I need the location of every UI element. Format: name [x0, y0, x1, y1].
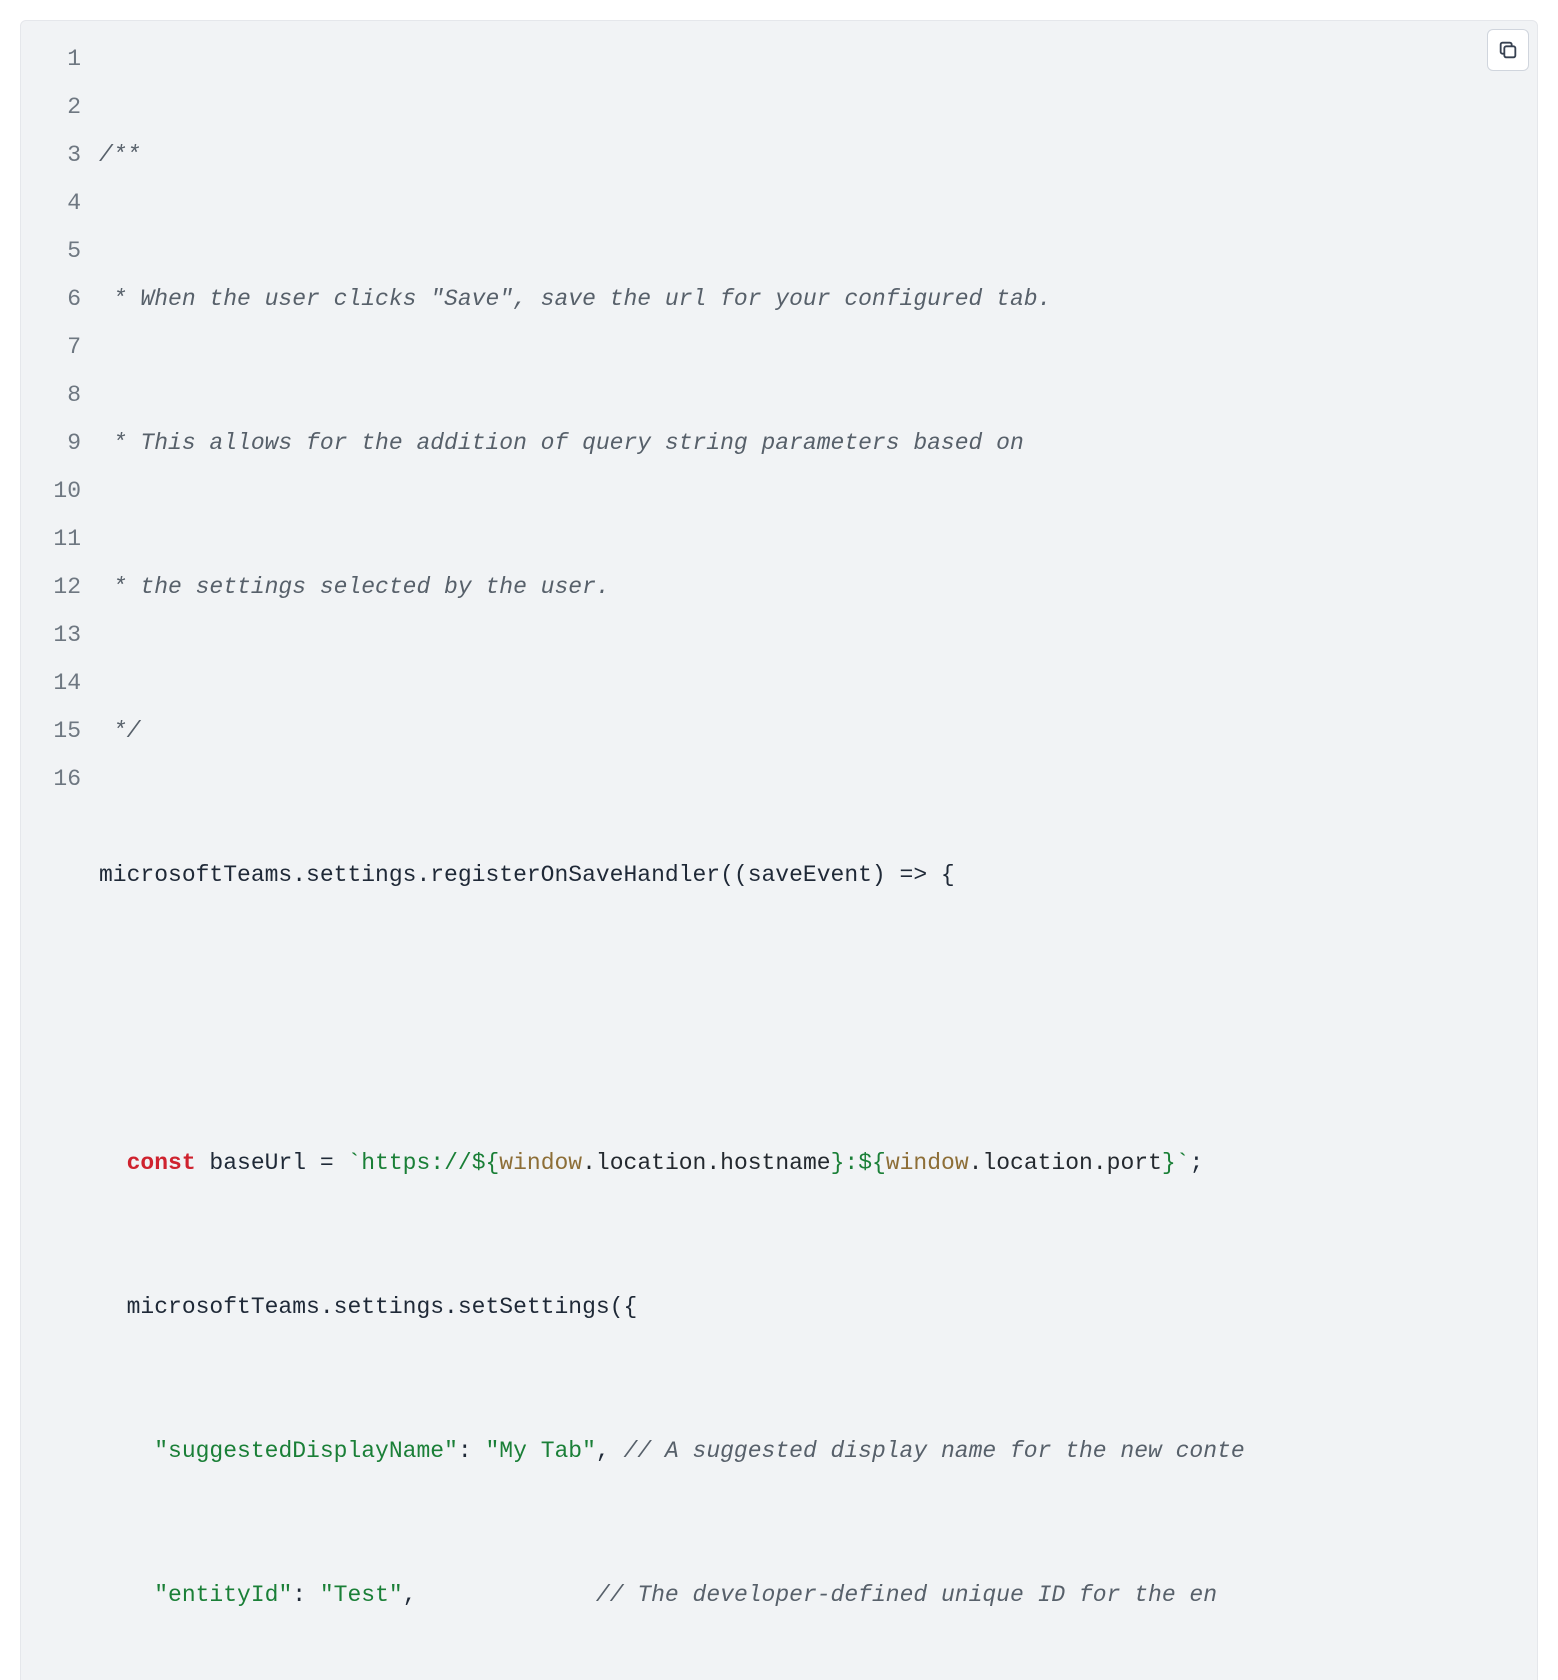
- code-text: [99, 1150, 127, 1176]
- code-text: [99, 1582, 154, 1608]
- code-text: :: [292, 1582, 320, 1608]
- line-number: 1: [21, 35, 81, 83]
- string-text: :: [844, 1150, 858, 1176]
- code-text: microsoftTeams.settings.setSettings({: [99, 1294, 637, 1320]
- property-key: "suggestedDisplayName": [154, 1438, 458, 1464]
- comment-text: */: [99, 718, 140, 744]
- interp-open: ${: [858, 1150, 886, 1176]
- copy-icon: [1497, 39, 1519, 61]
- line-number: 12: [21, 563, 81, 611]
- code-line: */: [99, 707, 1537, 755]
- code-content[interactable]: /** * When the user clicks "Save", save …: [99, 35, 1537, 1680]
- code-line: microsoftTeams.settings.registerOnSaveHa…: [99, 851, 1537, 899]
- line-number: 6: [21, 275, 81, 323]
- line-number: 3: [21, 131, 81, 179]
- property-key: "entityId": [154, 1582, 292, 1608]
- line-number: 8: [21, 371, 81, 419]
- interp-close: }: [1162, 1150, 1176, 1176]
- line-number: 9: [21, 419, 81, 467]
- string-text: "Test": [320, 1582, 403, 1608]
- line-number-gutter: 1 2 3 4 5 6 7 8 9 10 11 12 13 14 15 16: [21, 35, 99, 1680]
- code-text: .location.hostname: [582, 1150, 830, 1176]
- code-line: "entityId": "Test", // The developer-def…: [99, 1571, 1537, 1619]
- code-text: baseUrl =: [196, 1150, 348, 1176]
- comment-text: // A suggested display name for the new …: [624, 1438, 1245, 1464]
- code-line: /**: [99, 131, 1537, 179]
- code-text: ;: [1190, 1150, 1204, 1176]
- line-number: 14: [21, 659, 81, 707]
- line-number: 15: [21, 707, 81, 755]
- object-window: window: [886, 1150, 969, 1176]
- line-number: 2: [21, 83, 81, 131]
- code-line: microsoftTeams.settings.setSettings({: [99, 1283, 1537, 1331]
- string-text: `: [347, 1150, 361, 1176]
- code-text: ,: [403, 1582, 596, 1608]
- code-line: * This allows for the addition of query …: [99, 419, 1537, 467]
- code-text: [99, 1438, 154, 1464]
- code-text: ,: [596, 1438, 624, 1464]
- code-line: * the settings selected by the user.: [99, 563, 1537, 611]
- line-number: 16: [21, 755, 81, 803]
- string-text: `: [1176, 1150, 1190, 1176]
- comment-text: // The developer-defined unique ID for t…: [596, 1582, 1217, 1608]
- string-text: https://: [361, 1150, 471, 1176]
- code-line: const baseUrl = `https://${window.locati…: [99, 1139, 1537, 1187]
- line-number: 4: [21, 179, 81, 227]
- comment-text: * When the user clicks "Save", save the …: [99, 286, 1051, 312]
- string-text: "My Tab": [485, 1438, 595, 1464]
- code-text: .location.port: [969, 1150, 1162, 1176]
- comment-text: /**: [99, 142, 140, 168]
- line-number: 13: [21, 611, 81, 659]
- code-line: "suggestedDisplayName": "My Tab", // A s…: [99, 1427, 1537, 1475]
- object-window: window: [499, 1150, 582, 1176]
- code-text: microsoftTeams.settings.registerOnSaveHa…: [99, 862, 955, 888]
- code-text: :: [458, 1438, 486, 1464]
- copy-button[interactable]: [1487, 29, 1529, 71]
- interp-open: ${: [472, 1150, 500, 1176]
- code-area: 1 2 3 4 5 6 7 8 9 10 11 12 13 14 15 16 /…: [21, 21, 1537, 1680]
- code-block: 1 2 3 4 5 6 7 8 9 10 11 12 13 14 15 16 /…: [20, 20, 1538, 1680]
- line-number: 11: [21, 515, 81, 563]
- comment-text: * the settings selected by the user.: [99, 574, 610, 600]
- line-number: 5: [21, 227, 81, 275]
- keyword-const: const: [127, 1150, 196, 1176]
- code-line: * When the user clicks "Save", save the …: [99, 275, 1537, 323]
- interp-close: }: [831, 1150, 845, 1176]
- code-line: [99, 995, 1537, 1043]
- line-number: 7: [21, 323, 81, 371]
- line-number: 10: [21, 467, 81, 515]
- comment-text: * This allows for the addition of query …: [99, 430, 1024, 456]
